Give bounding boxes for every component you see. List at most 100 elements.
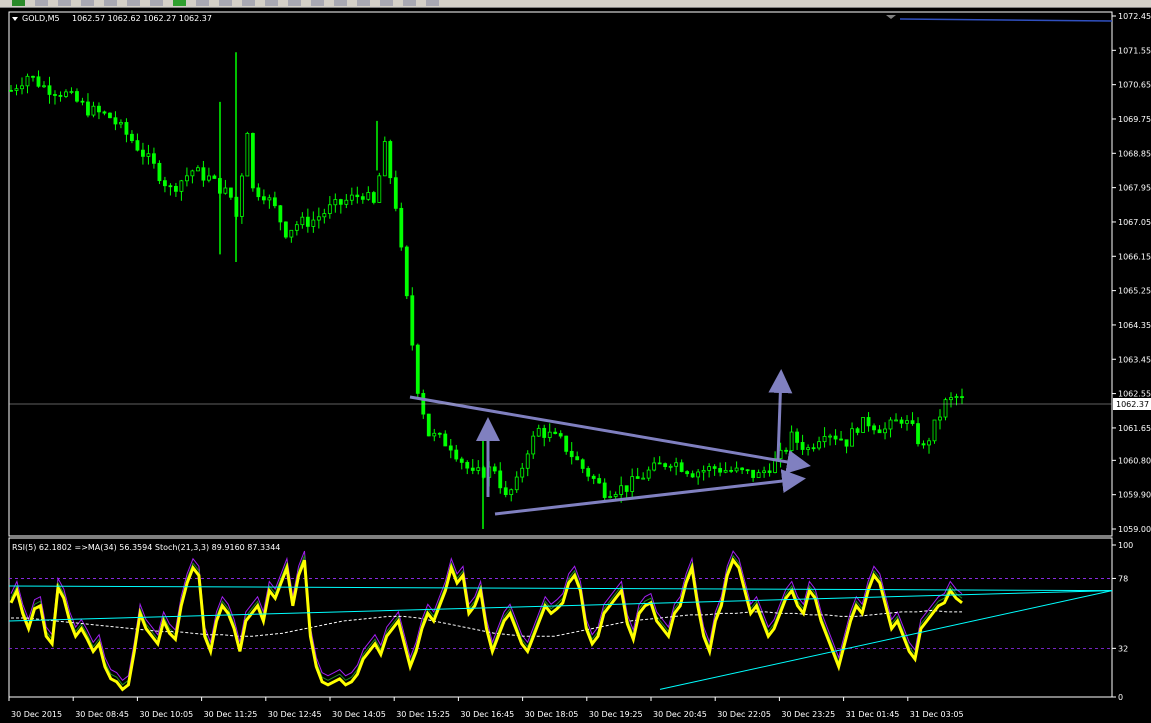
candle-body xyxy=(130,133,134,142)
text-icon[interactable] xyxy=(403,0,416,6)
channel-icon[interactable] xyxy=(357,0,370,6)
candle-body xyxy=(465,462,470,469)
chart-bars-icon[interactable] xyxy=(35,0,48,6)
candle-body xyxy=(476,467,481,471)
candle-body xyxy=(388,141,393,179)
candle-body xyxy=(630,476,635,492)
candle-body xyxy=(157,162,162,182)
candle-body xyxy=(75,91,79,102)
pencil-icon[interactable] xyxy=(127,0,140,6)
candle-body xyxy=(168,185,173,188)
candle-body xyxy=(152,153,156,164)
candle-body xyxy=(745,469,750,472)
time-label: 30 Dec 12:45 xyxy=(268,710,322,719)
candle-body xyxy=(239,175,244,217)
new-order-icon[interactable] xyxy=(173,0,186,6)
pencil-icon[interactable] xyxy=(150,0,163,6)
candle-body xyxy=(498,470,503,489)
candle-body xyxy=(256,187,261,198)
candle-body xyxy=(267,197,272,201)
indicator-pane[interactable] xyxy=(8,537,1113,698)
indicator-label: RSI(5) 62.1802 =>MA(34) 56.3594 Stoch(21… xyxy=(12,543,280,552)
candle-body xyxy=(608,496,613,498)
candle-body xyxy=(718,468,723,473)
candle-body xyxy=(377,175,382,203)
horizontal-line-icon[interactable] xyxy=(311,0,324,6)
candle-body xyxy=(685,471,690,475)
cursor-icon[interactable] xyxy=(242,0,255,6)
candle-body xyxy=(410,295,415,346)
candle-body xyxy=(679,462,684,472)
candle-body xyxy=(795,431,799,443)
candle-body xyxy=(861,417,865,433)
chart-area[interactable]: 1072.45 1071.55 1070.65 1069.75 1068.85 1067.… xyxy=(0,7,1151,723)
candle-body xyxy=(553,431,558,434)
chart-bars-icon[interactable] xyxy=(81,0,94,6)
current-price-text: 1062.37 xyxy=(1116,400,1149,409)
chart-bars-icon[interactable] xyxy=(104,0,117,6)
candle-body xyxy=(855,428,860,433)
candle-body xyxy=(470,467,475,471)
crosshair-icon[interactable] xyxy=(265,0,278,6)
label-icon[interactable] xyxy=(426,0,439,6)
candle-body xyxy=(278,205,283,223)
template-icon[interactable] xyxy=(219,0,232,6)
green-arrow-icon[interactable] xyxy=(12,0,25,6)
candle-body xyxy=(586,468,591,477)
price-tick-label: 1059.00 xyxy=(1118,525,1151,534)
candle-body xyxy=(613,494,618,497)
middle-trendline[interactable] xyxy=(8,590,1113,622)
candle-body xyxy=(305,216,310,227)
candle-body xyxy=(355,194,360,198)
candle-body xyxy=(360,196,365,200)
chart-shift-icon[interactable] xyxy=(886,15,896,19)
price-pane[interactable] xyxy=(8,11,1113,537)
price-tick-label: 1071.55 xyxy=(1118,46,1151,55)
candle-body xyxy=(415,344,420,394)
candle-body xyxy=(97,105,101,113)
time-label: 30 Dec 23:25 xyxy=(781,710,835,719)
long-trendline[interactable] xyxy=(899,18,1113,22)
candle-body xyxy=(536,427,541,437)
candle-body xyxy=(734,467,739,472)
lower-pattern-line[interactable] xyxy=(494,469,806,516)
upper-pattern-line[interactable] xyxy=(409,395,811,474)
candle-body xyxy=(850,428,854,447)
candle-body xyxy=(272,197,277,207)
candle-body xyxy=(531,435,536,455)
candle-body xyxy=(448,445,453,451)
time-label: 30 Dec 22:05 xyxy=(717,710,771,719)
candle-body xyxy=(80,100,85,103)
candle-body xyxy=(223,187,228,194)
candle-body xyxy=(344,199,349,205)
vertical-line-icon[interactable] xyxy=(288,0,301,6)
candle-body xyxy=(399,207,404,248)
candle-body xyxy=(283,221,288,238)
candle-body xyxy=(443,433,448,447)
candle-body xyxy=(575,456,580,461)
candle-body xyxy=(492,466,497,472)
candle-body xyxy=(459,458,464,463)
candle-body xyxy=(591,475,596,479)
trendline-icon[interactable] xyxy=(334,0,347,6)
candle-body xyxy=(806,447,810,450)
candle-body xyxy=(261,196,266,201)
chart-bars-icon[interactable] xyxy=(58,0,71,6)
rsi-line xyxy=(9,557,963,692)
candle-body xyxy=(833,435,838,440)
candle-body xyxy=(102,111,107,114)
candle-body xyxy=(404,246,409,297)
time-label: 30 Dec 10:05 xyxy=(139,710,193,719)
fibonacci-icon[interactable] xyxy=(380,0,393,6)
candle-body xyxy=(520,467,525,478)
candle-body xyxy=(866,417,871,427)
candle-body xyxy=(943,399,948,418)
time-label: 30 Dec 20:45 xyxy=(653,710,707,719)
price-tick-label: 1067.05 xyxy=(1118,218,1151,227)
candle-body xyxy=(663,463,668,468)
candle-body xyxy=(954,396,959,398)
autotrading-icon[interactable] xyxy=(196,0,209,6)
candle-body xyxy=(723,470,728,473)
collapse-arrow-icon[interactable] xyxy=(12,17,18,21)
candle-body xyxy=(437,432,442,435)
